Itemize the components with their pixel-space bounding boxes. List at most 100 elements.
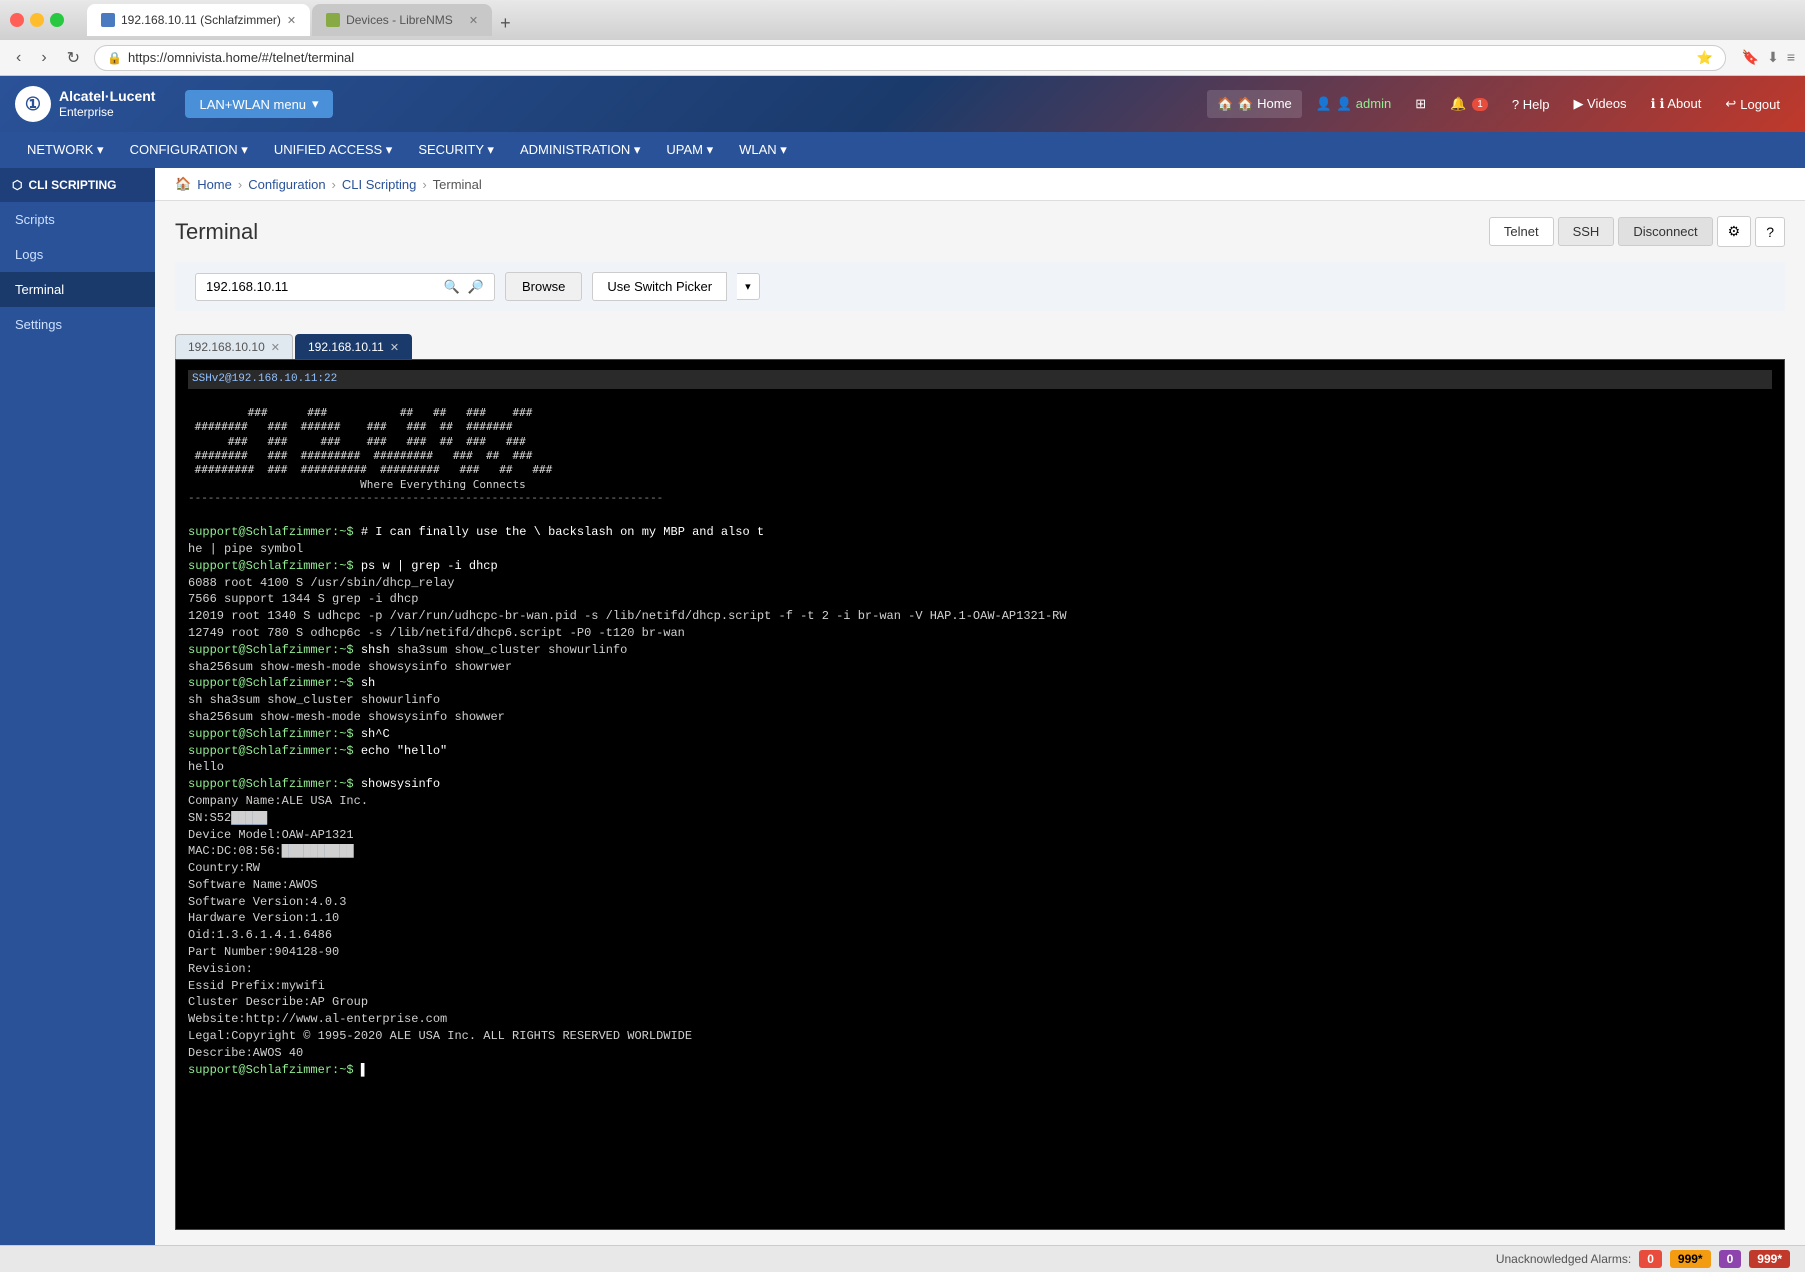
status-bar: Unacknowledged Alarms: 0 999* 0 999* bbox=[0, 1245, 1805, 1272]
breadcrumb-home[interactable]: Home bbox=[197, 177, 232, 192]
breadcrumb-icon: 🏠 bbox=[175, 176, 191, 192]
telnet-button[interactable]: Telnet bbox=[1489, 217, 1554, 246]
bookmark-icon[interactable]: 🔖 bbox=[1742, 49, 1759, 66]
alarm-count-red[interactable]: 0 bbox=[1639, 1250, 1662, 1268]
help-button[interactable]: ? Help bbox=[1502, 91, 1560, 118]
tab-close-btn[interactable]: ✕ bbox=[287, 14, 296, 27]
browser-titlebar: 192.168.10.11 (Schlafzimmer) ✕ Devices -… bbox=[0, 0, 1805, 40]
logout-icon: ↩ bbox=[1725, 96, 1736, 112]
ip-input[interactable] bbox=[206, 279, 436, 294]
tab-close-1[interactable]: ✕ bbox=[390, 341, 399, 354]
terminal-line-33: support@Schlafzimmer:~$ ▌ bbox=[188, 1062, 1772, 1079]
alarm-count-yellow[interactable]: 999* bbox=[1670, 1250, 1711, 1268]
menu-wlan-label: WLAN ▾ bbox=[739, 142, 787, 158]
switch-picker-dropdown[interactable]: ▾ bbox=[737, 273, 760, 300]
home-nav-button[interactable]: 🏠 🏠 Home bbox=[1207, 90, 1302, 118]
menu-configuration[interactable]: CONFIGURATION ▾ bbox=[118, 136, 260, 164]
top-nav: ① Alcatel·Lucent Enterprise LAN+WLAN men… bbox=[0, 76, 1805, 132]
sidebar-item-settings[interactable]: Settings bbox=[0, 307, 155, 342]
divider: ----------------------------------------… bbox=[188, 492, 1772, 507]
download-icon[interactable]: ⬇ bbox=[1767, 49, 1779, 66]
admin-button[interactable]: 👤 👤 admin bbox=[1306, 90, 1401, 118]
menu-upam-label: UPAM ▾ bbox=[666, 142, 713, 158]
page-title: Terminal bbox=[175, 219, 258, 245]
terminal-line-15: hello bbox=[188, 759, 1772, 776]
info-icon: ℹ bbox=[1651, 96, 1656, 112]
terminal-line-13: support@Schlafzimmer:~$ sh^C bbox=[188, 726, 1772, 743]
lock-icon: 🔒 bbox=[107, 51, 122, 65]
terminal-line-18: SN:S52█████ bbox=[188, 810, 1772, 827]
sidebar-item-terminal[interactable]: Terminal bbox=[0, 272, 155, 307]
terminal-line-6: 12019 root 1340 S udhcpc -p /var/run/udh… bbox=[188, 608, 1772, 625]
menu-administration[interactable]: ADMINISTRATION ▾ bbox=[508, 136, 652, 164]
terminal-line-27: Revision: bbox=[188, 961, 1772, 978]
browser-tab-inactive[interactable]: Devices - LibreNMS ✕ bbox=[312, 4, 492, 36]
menu-wlan[interactable]: WLAN ▾ bbox=[727, 136, 799, 164]
app-content: ① Alcatel·Lucent Enterprise LAN+WLAN men… bbox=[0, 76, 1805, 1272]
menu-administration-label: ADMINISTRATION ▾ bbox=[520, 142, 640, 158]
menu-upam[interactable]: UPAM ▾ bbox=[654, 136, 725, 164]
menu-unified-access[interactable]: UNIFIED ACCESS ▾ bbox=[262, 136, 405, 164]
breadcrumb-configuration[interactable]: Configuration bbox=[248, 177, 325, 192]
ssh-button[interactable]: SSH bbox=[1558, 217, 1615, 246]
settings-button[interactable]: ⚙ bbox=[1717, 216, 1752, 247]
browse-button[interactable]: Browse bbox=[505, 272, 582, 301]
back-button[interactable]: ‹ bbox=[10, 47, 27, 69]
breadcrumb-terminal: Terminal bbox=[433, 177, 482, 192]
terminal-line-20: MAC:DC:08:56:██████████ bbox=[188, 843, 1772, 860]
logout-button[interactable]: ↩ Logout bbox=[1715, 90, 1790, 118]
admin-icon: 👤 bbox=[1316, 96, 1332, 112]
breadcrumb-cli-scripting[interactable]: CLI Scripting bbox=[342, 177, 416, 192]
close-window-btn[interactable] bbox=[10, 13, 24, 27]
alarm-label: Unacknowledged Alarms: bbox=[1496, 1252, 1631, 1266]
disconnect-button[interactable]: Disconnect bbox=[1618, 217, 1712, 246]
home-icon: 🏠 bbox=[1217, 96, 1233, 112]
sidebar-item-scripts[interactable]: Scripts bbox=[0, 202, 155, 237]
reload-button[interactable]: ↻ bbox=[61, 46, 86, 70]
new-tab-button[interactable]: + bbox=[494, 11, 517, 36]
search-circle-icon[interactable]: 🔍 bbox=[444, 279, 460, 295]
browser-tab-active[interactable]: 192.168.10.11 (Schlafzimmer) ✕ bbox=[87, 4, 310, 36]
grid-icon: ⊞ bbox=[1415, 96, 1426, 112]
tab-close-0[interactable]: ✕ bbox=[271, 341, 280, 354]
sidebar-header: ⬡ CLI SCRIPTING bbox=[0, 168, 155, 202]
terminal-tab-0[interactable]: 192.168.10.10 ✕ bbox=[175, 334, 293, 359]
menu-icon[interactable]: ≡ bbox=[1787, 49, 1795, 66]
sidebar-logs-label: Logs bbox=[15, 247, 43, 262]
terminal-line-3: support@Schlafzimmer:~$ ps w | grep -i d… bbox=[188, 558, 1772, 575]
search-icon[interactable]: 🔎 bbox=[468, 279, 484, 295]
lan-menu-arrow: ▾ bbox=[312, 96, 319, 112]
content-area: ⬡ CLI SCRIPTING Scripts Logs Terminal Se… bbox=[0, 168, 1805, 1245]
alarm-count-purple[interactable]: 0 bbox=[1719, 1250, 1742, 1268]
grid-button[interactable]: ⊞ bbox=[1405, 90, 1436, 118]
terminal-tab-1[interactable]: 192.168.10.11 ✕ bbox=[295, 334, 412, 359]
terminal-line-30: Website:http://www.al-enterprise.com bbox=[188, 1011, 1772, 1028]
sidebar-header-label: CLI SCRIPTING bbox=[28, 178, 116, 192]
menu-security[interactable]: SECURITY ▾ bbox=[406, 136, 506, 164]
terminal-line-10: support@Schlafzimmer:~$ sh bbox=[188, 675, 1772, 692]
star-icon[interactable]: ⭐ bbox=[1696, 50, 1712, 66]
tab-ip-0: 192.168.10.10 bbox=[188, 340, 265, 354]
notification-button[interactable]: 🔔 1 bbox=[1440, 90, 1498, 118]
forward-button[interactable]: › bbox=[35, 47, 52, 69]
terminal-actions: Telnet SSH Disconnect ⚙ ? bbox=[1489, 216, 1785, 247]
terminal-tabs: 192.168.10.10 ✕ 192.168.10.11 ✕ bbox=[175, 326, 1785, 359]
help-button-terminal[interactable]: ? bbox=[1755, 217, 1785, 247]
switch-picker-button[interactable]: Use Switch Picker bbox=[592, 272, 727, 301]
tab-favicon bbox=[101, 13, 115, 27]
maximize-window-btn[interactable] bbox=[50, 13, 64, 27]
sidebar-item-logs[interactable]: Logs bbox=[0, 237, 155, 272]
terminal-container: 192.168.10.10 ✕ 192.168.10.11 ✕ SSHv2@19… bbox=[175, 326, 1785, 1230]
tab-close-btn-2[interactable]: ✕ bbox=[469, 14, 478, 27]
terminal-line-17: Company Name:ALE USA Inc. bbox=[188, 793, 1772, 810]
top-nav-right: 🏠 🏠 Home 👤 👤 admin ⊞ 🔔 1 ? Help bbox=[1207, 90, 1790, 118]
minimize-window-btn[interactable] bbox=[30, 13, 44, 27]
menu-network[interactable]: NETWORK ▾ bbox=[15, 136, 116, 164]
address-text: https://omnivista.home/#/telnet/terminal bbox=[128, 50, 1690, 65]
lan-menu-button[interactable]: LAN+WLAN menu ▾ bbox=[185, 90, 332, 118]
videos-button[interactable]: ▶ Videos bbox=[1563, 90, 1636, 118]
about-button[interactable]: ℹ ℹ About bbox=[1641, 90, 1712, 118]
address-field[interactable]: 🔒 https://omnivista.home/#/telnet/termin… bbox=[94, 45, 1726, 71]
alarm-count-darkred[interactable]: 999* bbox=[1749, 1250, 1790, 1268]
terminal-output[interactable]: SSHv2@192.168.10.11:22 ### ### ## ## ###… bbox=[175, 359, 1785, 1230]
